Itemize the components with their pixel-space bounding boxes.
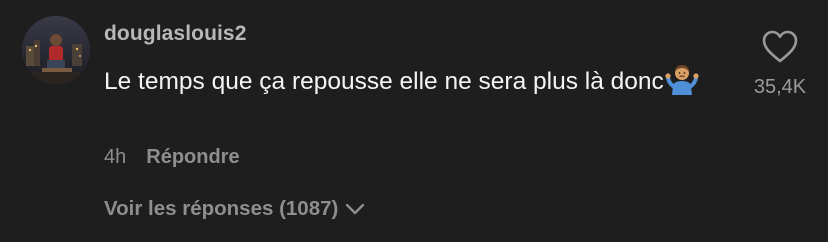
chevron-down-icon[interactable] xyxy=(344,202,366,216)
comment-text: Le temps que ça repousse elle ne sera pl… xyxy=(104,60,714,104)
heart-outline-icon[interactable] xyxy=(762,30,798,64)
like-count: 35,4K xyxy=(753,76,807,98)
timestamp: 4h xyxy=(104,146,127,168)
avatar[interactable] xyxy=(22,16,90,84)
view-replies-button[interactable]: Voir les réponses (1087) xyxy=(104,197,366,221)
comment-item: douglaslouis2 Le temps que ça repousse e… xyxy=(0,0,828,242)
username[interactable]: douglaslouis2 xyxy=(104,22,247,46)
comment-text-content: Le temps que ça repousse elle ne sera pl… xyxy=(104,68,664,95)
reply-button[interactable]: Répondre xyxy=(146,146,239,169)
comment-meta: 4h Répondre xyxy=(104,146,240,169)
like-button[interactable]: 35,4K xyxy=(740,30,820,102)
man-shrugging-emoji-icon xyxy=(665,65,699,95)
view-replies-label[interactable]: Voir les réponses (1087) xyxy=(104,197,338,221)
